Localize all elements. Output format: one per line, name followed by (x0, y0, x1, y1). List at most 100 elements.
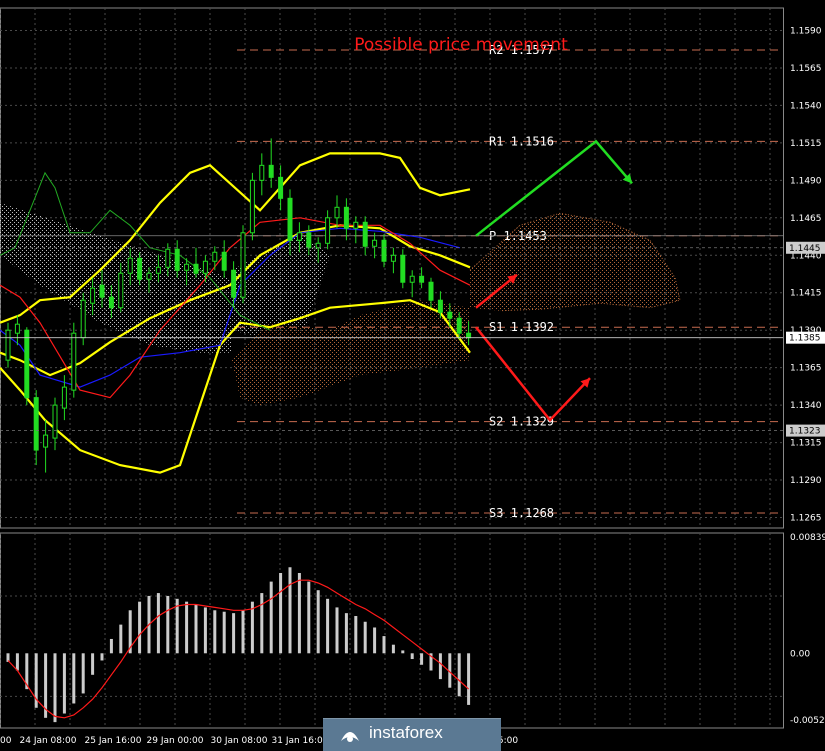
candle-body (24, 329, 30, 399)
instaforex-logo-icon (341, 732, 359, 742)
oscillator-panel-border (0, 532, 784, 729)
candle-body (400, 254, 406, 283)
osc-bar (81, 653, 85, 694)
osc-bar (62, 653, 66, 714)
time-tick-label: 29 Jan 00:00 (147, 736, 204, 746)
price-tick-label: 1.1540 (790, 101, 822, 111)
time-tick-label: 00 (0, 736, 12, 746)
candle-body (118, 272, 124, 309)
forecast-arrow-down (475, 326, 591, 423)
candle-body (249, 179, 255, 234)
osc-bar (438, 653, 442, 680)
osc-bar (297, 573, 301, 654)
price-tick-label: 1.1315 (790, 439, 822, 449)
time-tick-label: 31 Jan 16:00 (272, 736, 329, 746)
price-chart: R2 1.1577R1 1.1516P 1.1453S1 1.1392S2 1.… (0, 7, 825, 746)
candle-body (268, 164, 274, 178)
candle-body (231, 269, 237, 298)
price-tick-label: 1.1515 (790, 139, 822, 149)
candle-body (221, 251, 227, 271)
candle-body (353, 221, 359, 229)
osc-bar (363, 621, 367, 654)
candle-body (381, 239, 387, 262)
candle-body (127, 257, 133, 274)
candle-body (315, 242, 321, 249)
osc-bar (307, 581, 311, 654)
osc-bar (326, 598, 330, 654)
candle-body (71, 332, 77, 391)
candle-body (437, 299, 443, 313)
osc-bar (213, 610, 217, 654)
candle-body (52, 404, 58, 439)
osc-bar (467, 653, 471, 705)
candle-body (306, 232, 312, 249)
osc-bar (15, 653, 19, 671)
osc-bar (457, 653, 461, 697)
candle-body (165, 248, 171, 268)
candle-body (240, 232, 246, 298)
osc-bar (232, 613, 236, 654)
osc-bar (119, 624, 123, 654)
candle-body (343, 206, 349, 229)
price-tag-label: 1.1385 (789, 334, 821, 344)
candle-body (362, 221, 368, 247)
price-tick-label: 1.1590 (790, 26, 822, 36)
candle-body (14, 323, 20, 334)
candle-body (325, 217, 331, 244)
osc-bar (288, 567, 292, 654)
osc-bar (420, 653, 424, 665)
osc-bar (241, 610, 245, 654)
price-tick-label: 1.1415 (790, 289, 822, 299)
osc-bar (279, 573, 283, 654)
candle-body (108, 296, 114, 309)
candle-body (155, 266, 161, 274)
candle-body (287, 197, 293, 241)
osc-bar (373, 627, 377, 654)
candle-body (202, 260, 208, 274)
time-tick-label: 24 Jan 08:00 (20, 736, 77, 746)
price-tick-label: 1.1290 (790, 476, 822, 486)
osc-bar (316, 590, 320, 654)
osc-bar (138, 601, 142, 654)
oscillator-tick-label: -0.00521 (790, 716, 825, 726)
osc-bar (166, 595, 170, 654)
osc-bar (391, 644, 395, 654)
candle-body (174, 248, 180, 271)
osc-signal-line (7, 579, 470, 719)
candle-body (334, 206, 340, 219)
candle-body (61, 386, 67, 409)
pivot-label-s3: S3 1.1268 (489, 506, 554, 520)
osc-bar (410, 653, 414, 660)
candle-body (372, 239, 378, 247)
osc-bar (222, 611, 226, 654)
osc-bar (269, 581, 273, 654)
osc-bar (203, 607, 207, 654)
time-tick-label: 30 Jan 08:00 (211, 736, 268, 746)
chart-title: Possible price movement (354, 35, 568, 55)
candle-body (5, 329, 11, 361)
osc-bar (401, 650, 405, 654)
candle-body (390, 254, 396, 262)
candle-body (447, 311, 453, 319)
osc-bar (185, 601, 189, 654)
candle-body (259, 164, 265, 181)
candle-body (419, 275, 425, 283)
osc-bar (156, 593, 160, 654)
candle-body (33, 397, 39, 451)
price-tag-label: 1.1323 (789, 427, 821, 437)
candle-body (99, 284, 105, 298)
instaforex-watermark: instaforex (323, 718, 501, 751)
candle-body (184, 263, 190, 271)
osc-bar (260, 593, 264, 654)
candle-body (212, 251, 218, 262)
price-tick-label: 1.1265 (790, 514, 822, 524)
osc-bar (53, 653, 57, 723)
price-tag-label: 1.1445 (789, 244, 821, 254)
candle-body (137, 257, 143, 280)
oscillator-panel (6, 567, 471, 723)
price-tick-label: 1.1365 (790, 364, 822, 374)
osc-bar (91, 653, 95, 675)
pivot-label-s2: S2 1.1329 (489, 415, 554, 429)
watermark-text: instaforex (369, 723, 443, 742)
candle-body (296, 232, 302, 241)
